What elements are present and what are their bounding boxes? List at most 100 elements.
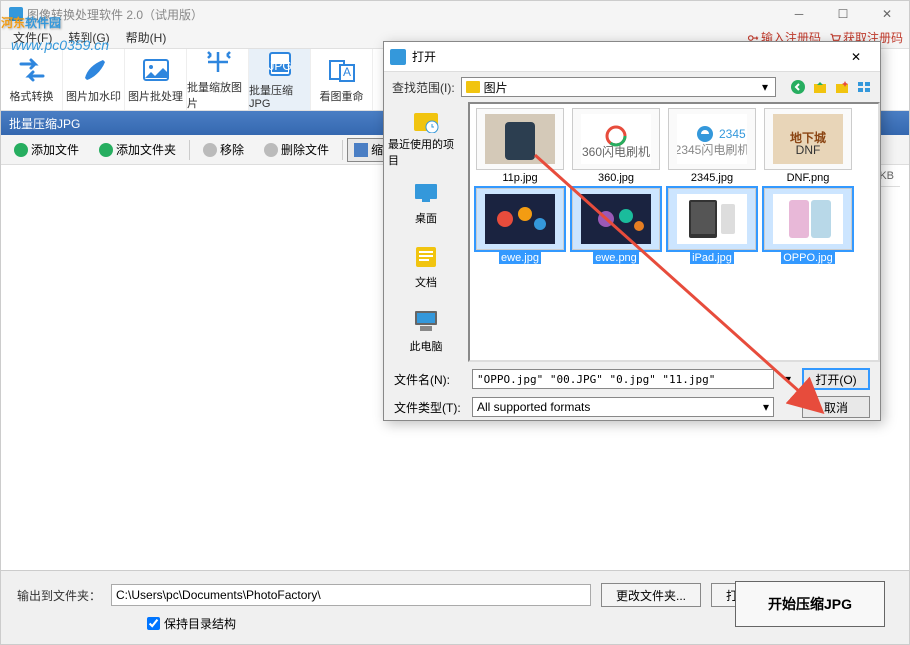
- file-item[interactable]: ewe.png: [570, 188, 662, 264]
- folder-icon: [466, 81, 480, 93]
- lookin-value: 图片: [484, 79, 508, 96]
- file-item[interactable]: 地下城DNFDNF.png: [762, 108, 854, 184]
- output-path-input[interactable]: [111, 584, 591, 606]
- tool-batch-compress-jpg[interactable]: JPG 批量压缩JPG: [249, 49, 311, 110]
- svg-text:2345: 2345: [719, 127, 746, 141]
- thumb-icon: [354, 143, 368, 157]
- filename-label: 文件名(N):: [394, 371, 464, 388]
- file-thumbnail: [668, 188, 756, 250]
- documents-icon: [412, 245, 440, 269]
- file-thumbnail: 2345 2345闪电刷机: [668, 108, 756, 170]
- tool-watermark[interactable]: 图片加水印: [63, 49, 125, 110]
- file-name-label: 360.jpg: [598, 172, 634, 184]
- filename-input[interactable]: [472, 369, 774, 389]
- file-thumbnail: [572, 188, 660, 250]
- filetype-label: 文件类型(T):: [394, 399, 464, 416]
- chevron-down-icon: ▾: [763, 400, 769, 414]
- rename-icon: A: [327, 56, 357, 84]
- lookin-label: 查找范围(I):: [392, 79, 455, 96]
- close-button[interactable]: ✕: [865, 1, 909, 27]
- file-item[interactable]: 11p.jpg: [474, 108, 566, 184]
- open-file-dialog: 打开 ✕ 查找范围(I): 图片 ▾ 最近使用的项目 桌面: [383, 41, 881, 421]
- chevron-down-icon: ▾: [759, 80, 771, 94]
- add-folder-button[interactable]: 添加文件夹: [90, 138, 185, 162]
- dialog-titlebar: 打开 ✕: [384, 42, 880, 72]
- keep-structure-checkbox[interactable]: [147, 617, 160, 630]
- separator: [189, 140, 190, 160]
- file-browser[interactable]: 11p.jpg 360闪电刷机 360.jpg 2345 2345闪电刷机 2345.jp…: [468, 102, 880, 362]
- output-label: 输出到文件夹：: [17, 587, 101, 604]
- dialog-title: 打开: [412, 48, 436, 65]
- file-name-label: OPPO.jpg: [781, 252, 835, 264]
- file-item[interactable]: ewe.jpg: [474, 188, 566, 264]
- dialog-sidebar: 最近使用的项目 桌面 文档 此电脑: [384, 102, 468, 362]
- recent-icon: [412, 109, 440, 133]
- svg-text:A: A: [342, 65, 350, 79]
- file-item[interactable]: OPPO.jpg: [762, 188, 854, 264]
- view-menu-icon[interactable]: [856, 79, 872, 95]
- file-name-label: 11p.jpg: [502, 172, 537, 184]
- lookin-combo[interactable]: 图片 ▾: [461, 77, 776, 97]
- svg-text:2345闪电刷机: 2345闪电刷机: [677, 143, 747, 157]
- sidebar-documents[interactable]: 文档: [388, 236, 464, 296]
- image-icon: [141, 56, 171, 84]
- tool-format-convert[interactable]: 格式转换: [1, 49, 63, 110]
- file-thumbnail: [476, 108, 564, 170]
- file-item[interactable]: iPad.jpg: [666, 188, 758, 264]
- resize-icon: [203, 48, 233, 76]
- brush-icon: [79, 56, 109, 84]
- separator: [342, 140, 343, 160]
- file-name-label: iPad.jpg: [690, 252, 734, 264]
- keep-structure-label: 保持目录结构: [164, 615, 236, 632]
- remove-all-icon: [264, 143, 278, 157]
- file-item[interactable]: 360闪电刷机 360.jpg: [570, 108, 662, 184]
- file-item[interactable]: 2345 2345闪电刷机 2345.jpg: [666, 108, 758, 184]
- app-title: 图像转换处理软件 2.0（试用版）: [27, 6, 203, 23]
- file-name-label: ewe.jpg: [499, 252, 541, 264]
- file-name-label: ewe.png: [593, 252, 639, 264]
- back-icon[interactable]: [790, 79, 806, 95]
- dialog-open-button[interactable]: 打开(O): [802, 368, 870, 390]
- pc-icon: [412, 309, 440, 333]
- output-panel: 输出到文件夹： 更改文件夹... 打开文件夹 保持目录结构 开始压缩JPG: [1, 570, 909, 644]
- file-thumbnail: [764, 188, 852, 250]
- up-one-level-icon[interactable]: [812, 79, 828, 95]
- filetype-combo[interactable]: All supported formats ▾: [472, 397, 774, 417]
- file-thumbnail: 地下城DNF: [764, 108, 852, 170]
- filetype-value: All supported formats: [477, 400, 590, 414]
- menu-help[interactable]: 帮助(H): [118, 27, 175, 48]
- minimize-button[interactable]: ─: [777, 1, 821, 27]
- tool-batch-process[interactable]: 图片批处理: [125, 49, 187, 110]
- sidebar-recent[interactable]: 最近使用的项目: [388, 108, 464, 168]
- titlebar: 图像转换处理软件 2.0（试用版） ─ ☐ ✕: [1, 1, 909, 27]
- start-compress-button[interactable]: 开始压缩JPG: [735, 581, 885, 627]
- add-file-button[interactable]: 添加文件: [5, 138, 88, 162]
- sidebar-this-pc[interactable]: 此电脑: [388, 300, 464, 360]
- remove-button[interactable]: 移除: [194, 138, 253, 162]
- chevron-down-icon[interactable]: ▾: [782, 372, 794, 386]
- svg-text:JPG: JPG: [268, 59, 291, 73]
- remove-icon: [203, 143, 217, 157]
- watermark-url: www.pc0359.cn: [11, 37, 109, 53]
- convert-icon: [17, 56, 47, 84]
- change-folder-button[interactable]: 更改文件夹...: [601, 583, 701, 607]
- tool-rename[interactable]: A 看图重命: [311, 49, 373, 110]
- sidebar-desktop[interactable]: 桌面: [388, 172, 464, 232]
- tool-batch-resize[interactable]: 批量缩放图片: [187, 49, 249, 110]
- file-name-label: 2345.jpg: [691, 172, 733, 184]
- plus-icon: [99, 143, 113, 157]
- jpg-icon: JPG: [265, 50, 295, 78]
- dialog-close-button[interactable]: ✕: [836, 46, 876, 68]
- desktop-icon: [412, 181, 440, 205]
- dialog-cancel-button[interactable]: 取消: [802, 396, 870, 418]
- app-icon: [9, 7, 23, 21]
- lookin-row: 查找范围(I): 图片 ▾: [384, 72, 880, 102]
- plus-icon: [14, 143, 28, 157]
- new-folder-icon[interactable]: [834, 79, 850, 95]
- remove-all-button[interactable]: 删除文件: [255, 138, 338, 162]
- dialog-icon: [390, 49, 406, 65]
- file-thumbnail: 360闪电刷机: [572, 108, 660, 170]
- svg-text:360闪电刷机: 360闪电刷机: [582, 145, 650, 159]
- maximize-button[interactable]: ☐: [821, 1, 865, 27]
- svg-text:DNF: DNF: [796, 143, 821, 157]
